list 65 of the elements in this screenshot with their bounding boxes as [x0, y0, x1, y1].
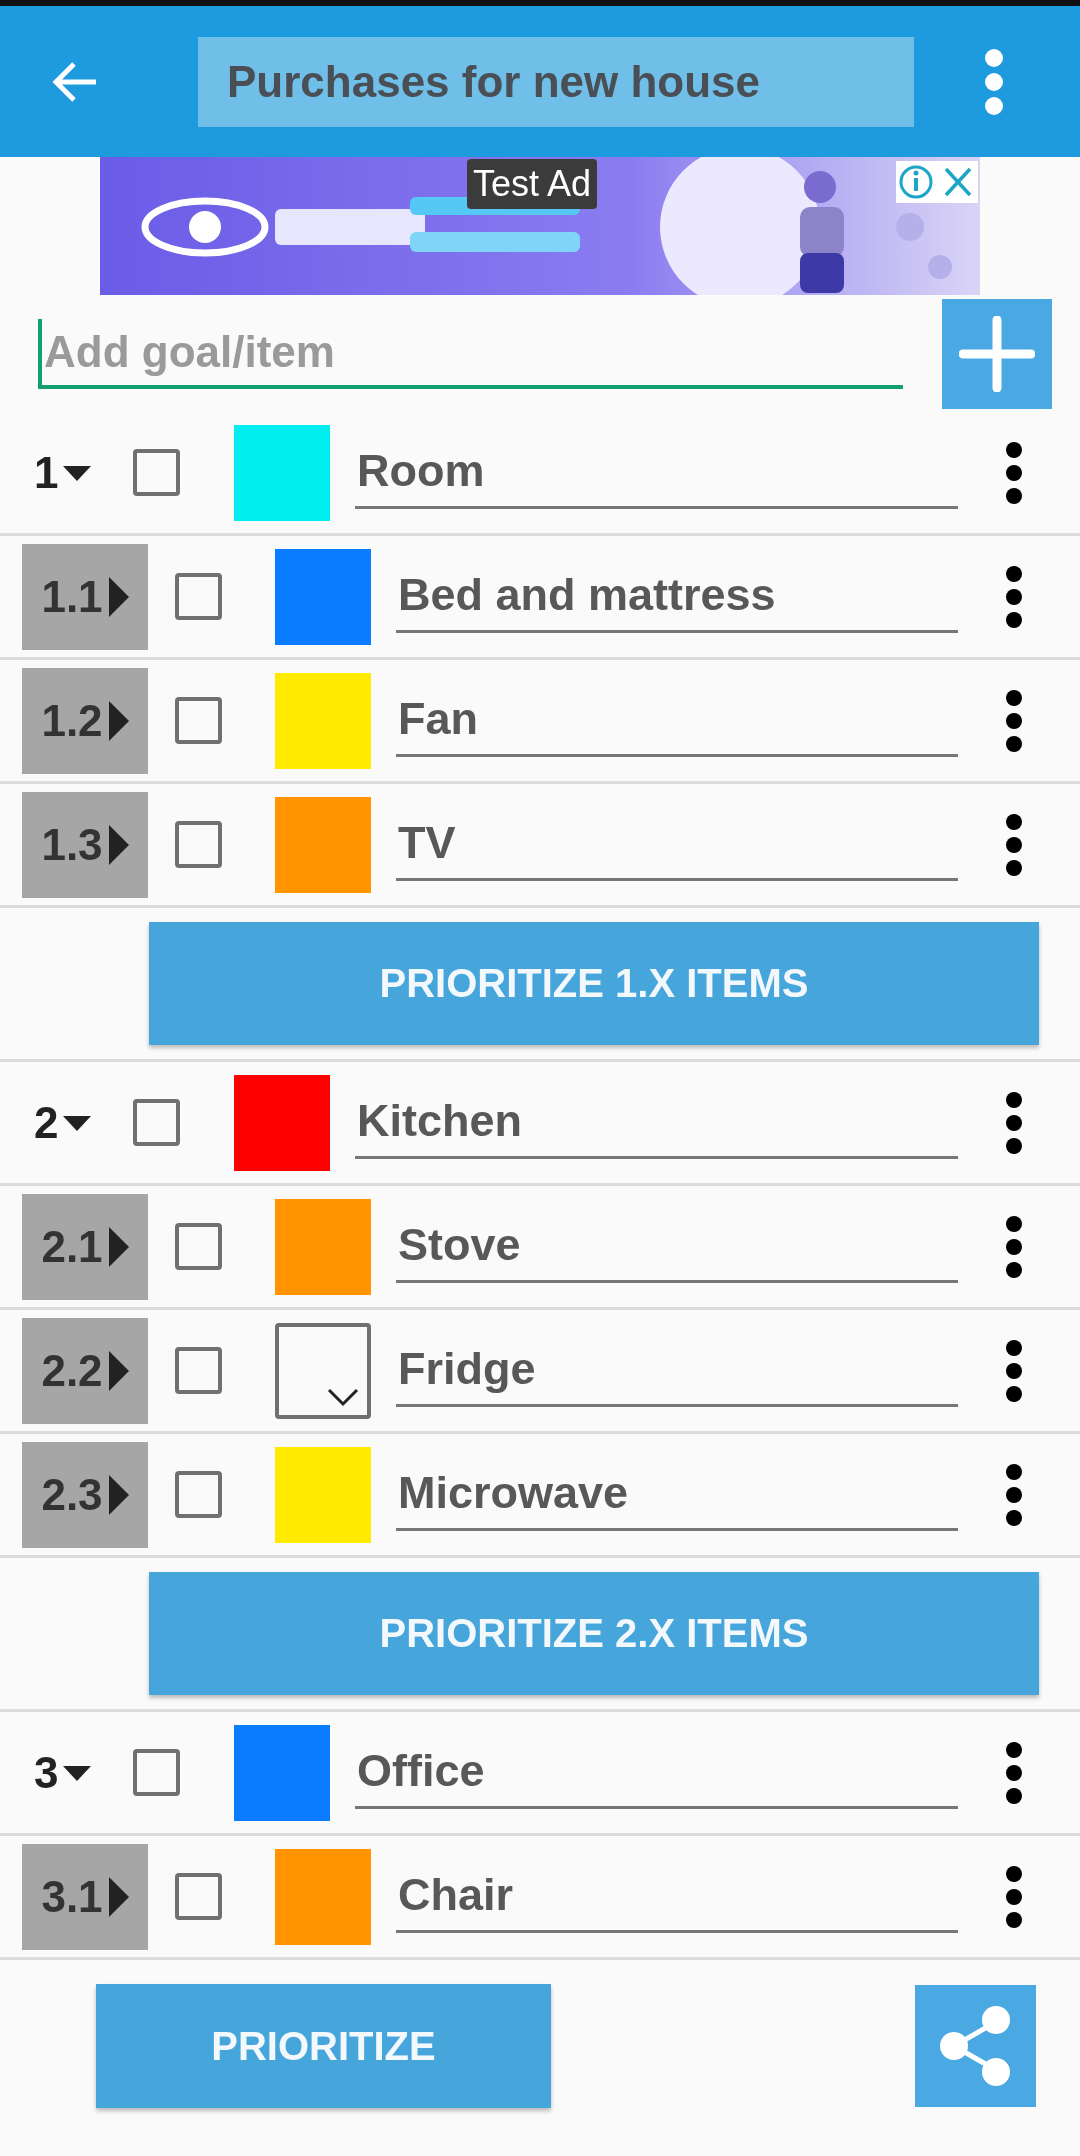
caret-right-icon[interactable]: [108, 576, 129, 617]
item-number[interactable]: 1.3: [22, 791, 148, 898]
chevron-down-icon: [327, 1386, 359, 1407]
more-options-icon[interactable]: [1004, 564, 1024, 629]
item-name-field[interactable]: Kitchen: [355, 1086, 958, 1159]
checkbox[interactable]: [175, 1471, 222, 1518]
item-name-field[interactable]: Stove: [396, 1210, 958, 1283]
checkbox[interactable]: [175, 1223, 222, 1270]
color-swatch[interactable]: [275, 548, 371, 645]
title-field[interactable]: Purchases for new house: [198, 36, 914, 127]
item-name-field[interactable]: Bed and mattress: [396, 560, 958, 633]
caret-right-icon[interactable]: [108, 1876, 129, 1917]
caret-right-icon[interactable]: [108, 700, 129, 741]
share-button[interactable]: [915, 1985, 1036, 2107]
ad-choices-icon[interactable]: [896, 161, 978, 203]
checkbox[interactable]: [175, 1347, 222, 1394]
color-swatch[interactable]: [275, 1446, 371, 1543]
group-number[interactable]: 1: [34, 447, 59, 498]
color-swatch[interactable]: [275, 1848, 371, 1945]
checkbox[interactable]: [175, 1873, 222, 1920]
plus-icon: [959, 315, 1035, 392]
caret-right-icon[interactable]: [108, 824, 129, 865]
color-swatch[interactable]: [234, 1074, 330, 1171]
caret-right-icon[interactable]: [108, 1226, 129, 1267]
color-swatch[interactable]: [275, 796, 371, 893]
color-swatch[interactable]: [234, 424, 330, 521]
color-picker[interactable]: [275, 1322, 371, 1419]
item-number[interactable]: 2.3: [22, 1441, 148, 1548]
checkbox[interactable]: [133, 1749, 180, 1796]
item-name-field[interactable]: TV: [396, 808, 958, 881]
caret-right-icon[interactable]: [108, 1350, 129, 1391]
item-number[interactable]: 1.1: [22, 543, 148, 650]
color-swatch[interactable]: [234, 1724, 330, 1821]
item-number[interactable]: 3.1: [22, 1843, 148, 1950]
checkbox[interactable]: [175, 573, 222, 620]
more-options-icon[interactable]: [1004, 1214, 1024, 1279]
add-item-field[interactable]: Add goal/item: [38, 318, 903, 389]
item-name-field[interactable]: Fridge: [396, 1334, 958, 1407]
color-swatch[interactable]: [275, 1198, 371, 1295]
ad-label: Test Ad: [467, 159, 598, 209]
more-options-icon[interactable]: [1004, 440, 1024, 505]
more-options-icon[interactable]: [1004, 1740, 1024, 1805]
group-number[interactable]: 3: [34, 1747, 59, 1798]
item-name-field[interactable]: Room: [355, 436, 958, 509]
more-options-icon[interactable]: [1004, 812, 1024, 877]
more-options-icon[interactable]: [1004, 1462, 1024, 1527]
item-name-field[interactable]: Fan: [396, 684, 958, 757]
group-number[interactable]: 2: [34, 1097, 59, 1148]
item-number[interactable]: 2.1: [22, 1193, 148, 1300]
checkbox[interactable]: [133, 449, 180, 496]
checkbox[interactable]: [133, 1099, 180, 1146]
color-swatch[interactable]: [275, 672, 371, 769]
item-name-field[interactable]: Microwave: [396, 1458, 958, 1531]
item-name-field[interactable]: Chair: [396, 1860, 958, 1933]
checkbox[interactable]: [175, 697, 222, 744]
more-options-icon[interactable]: [1004, 1338, 1024, 1403]
caret-right-icon[interactable]: [108, 1474, 129, 1515]
more-options-icon[interactable]: [1004, 1090, 1024, 1155]
more-options-icon[interactable]: [1004, 1864, 1024, 1929]
checkbox[interactable]: [175, 821, 222, 868]
item-number[interactable]: 2.2: [22, 1317, 148, 1424]
add-button[interactable]: [942, 298, 1052, 409]
item-name-field[interactable]: Office: [355, 1736, 958, 1809]
more-options-icon[interactable]: [1004, 688, 1024, 753]
item-number[interactable]: 1.2: [22, 667, 148, 774]
